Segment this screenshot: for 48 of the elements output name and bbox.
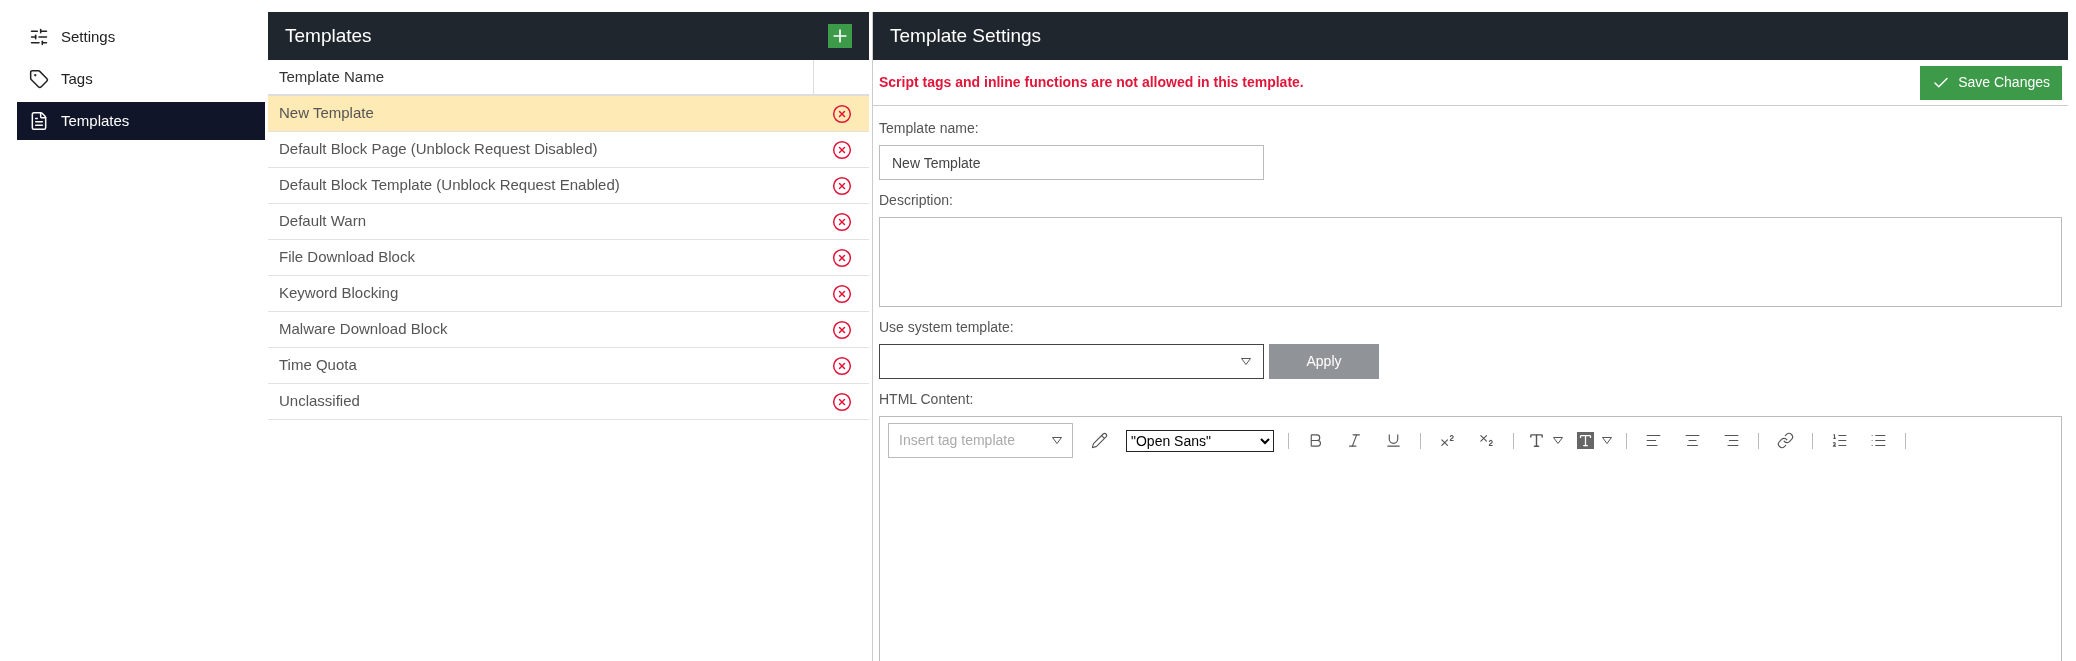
sidebar-item[interactable]: Settings [17,18,265,56]
sliders-icon [29,27,49,47]
panel-title: Template Settings [890,23,1042,48]
field-label: Template name: [879,119,980,138]
highlight-icon [1577,432,1594,449]
delete-icon[interactable] [832,247,852,268]
template-name: Time Quota [279,355,357,376]
template-name: Malware Download Block [279,319,448,340]
html-editor[interactable]: Insert tag template "Open Sans" [879,416,2062,661]
template-row[interactable]: New Template [268,96,869,132]
dropdown-triangle-icon [1052,437,1062,444]
text-color-button[interactable] [1528,432,1563,449]
dropdown-triangle-icon [1553,437,1563,444]
system-template-select[interactable] [879,344,1264,379]
text-color-icon [1528,432,1545,449]
delete-icon[interactable] [832,103,852,124]
save-button[interactable]: Save Changes [1920,65,2062,100]
template-name: File Download Block [279,247,415,268]
delete-icon[interactable] [832,319,852,340]
name-input[interactable]: New Template [879,145,1264,180]
template-name: Unclassified [279,391,360,412]
template-name: Default Warn [279,211,366,232]
document-icon [29,111,49,131]
delete-icon[interactable] [832,391,852,412]
template-name: Default Block Template (Unblock Request Enabled) [279,175,620,196]
panel-title: Templates [285,23,372,48]
tag-icon [29,69,49,89]
delete-icon[interactable] [832,139,852,160]
add-button[interactable] [828,24,852,48]
warning-message: Script tags and inline functions are not allowed in this template. [879,73,1304,92]
template-name: Default Block Page (Unblock Request Disabled) [279,139,598,160]
delete-icon[interactable] [832,283,852,304]
template-name: New Template [279,103,374,124]
field-label: Use system template: [879,318,1015,337]
font-select[interactable]: "Open Sans" [1126,429,1274,452]
delete-icon[interactable] [832,211,852,232]
dropdown-triangle-icon [1241,358,1251,365]
field-label: HTML Content: [879,390,975,409]
description-input[interactable] [879,217,2062,307]
highlight-button[interactable] [1577,432,1612,449]
delete-icon[interactable] [832,355,852,376]
field-label: Description: [879,191,954,210]
column-header: Template Name [268,60,814,94]
sidebar-item[interactable]: Templates [17,102,265,140]
sidebar-item[interactable]: Tags [17,60,265,98]
delete-icon[interactable] [832,175,852,196]
template-name: Keyword Blocking [279,283,399,304]
dropdown-triangle-icon [1602,437,1612,444]
